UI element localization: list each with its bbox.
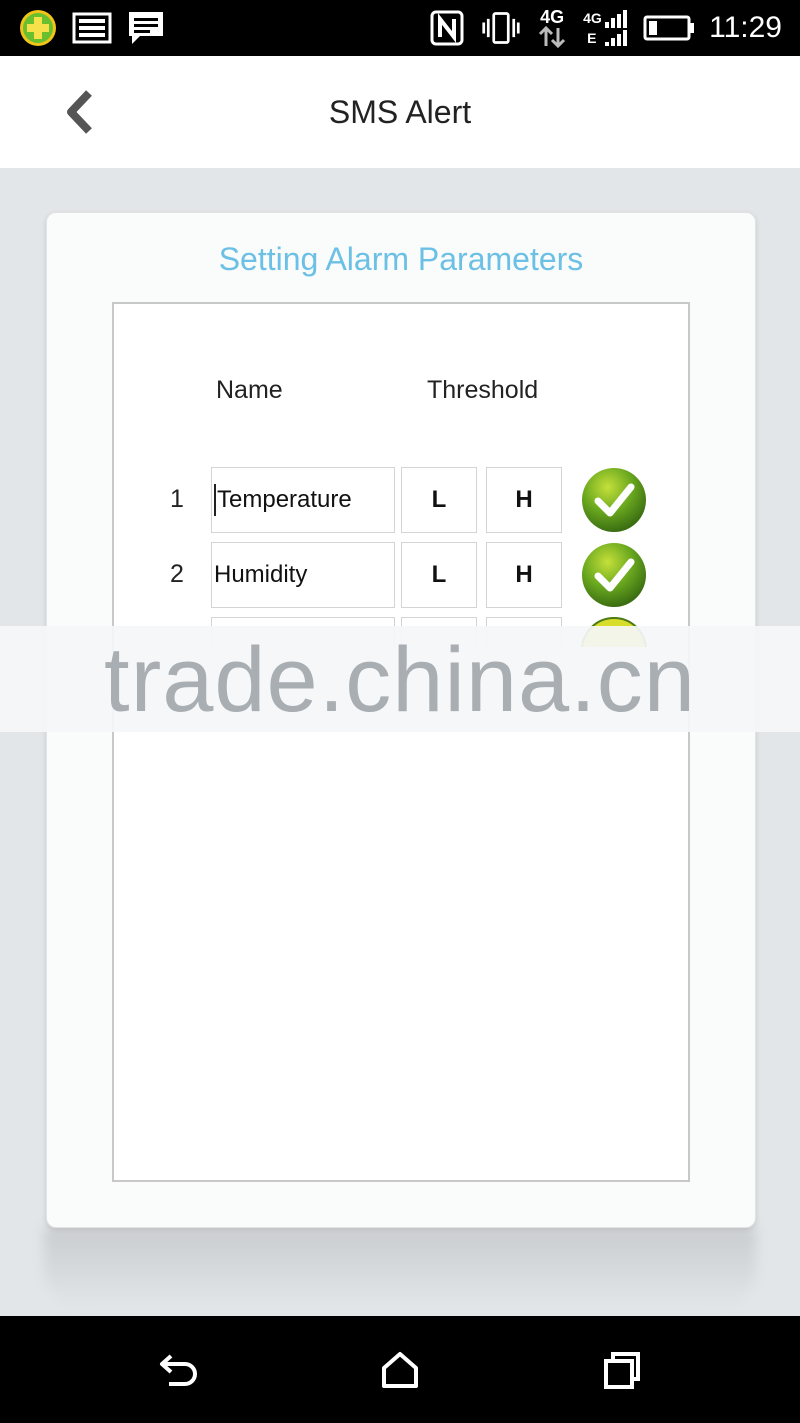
enable-checkmark-button[interactable] [581,542,647,608]
parameters-table: Name Threshold 1 Temperature L H 2 Humid… [112,302,690,1182]
low-threshold-input[interactable]: L [401,467,477,533]
low-threshold-input[interactable]: L [401,542,477,608]
notification-icons [18,8,166,48]
nav-recents-button[interactable] [598,1346,646,1394]
name-input[interactable]: Temperature [211,467,395,533]
back-arrow-icon [160,1354,197,1386]
card-title: Setting Alarm Parameters [218,241,584,277]
gallery-notification-icon [72,8,112,48]
enable-checkmark-button[interactable] [581,467,647,533]
system-status-icons: 4G 4G E 11:29 [427,6,782,50]
medical-cross-app-icon [18,8,58,48]
4g-signal-icon: 4G E [583,8,629,48]
content-area: Setting Alarm Parameters Name Threshold … [0,168,800,1316]
nav-home-button[interactable] [376,1346,424,1394]
card-shadow [44,1228,756,1308]
name-input[interactable]: Humidity [211,542,395,608]
name-value: Humidity [214,561,308,588]
column-header-name: Name [216,376,283,404]
row-number: 2 [170,560,184,588]
status-bar: 4G 4G E 11:29 [0,0,800,56]
table-row: 2 Humidity L H [114,542,688,608]
nfc-icon [427,8,467,48]
watermark-text: trade.china.cn [104,629,696,731]
network-type-label: 4G [540,7,565,27]
column-header-threshold: Threshold [427,376,539,404]
checkmark-icon [582,543,646,607]
high-threshold-input[interactable]: H [486,542,562,608]
recent-apps-icon [604,1352,640,1389]
high-threshold-input[interactable]: H [486,467,562,533]
home-icon [382,1352,418,1388]
page-title: SMS Alert [328,94,472,130]
name-value: Temperature [217,486,352,513]
table-row: 1 Temperature L H [114,467,688,533]
4g-data-icon: 4G [535,8,569,48]
app-bar: SMS Alert [0,56,800,168]
battery-icon [643,8,695,48]
clock: 11:29 [709,11,782,44]
message-notification-icon [126,8,166,48]
navigation-bar [0,1316,800,1423]
vibrate-icon [481,8,521,48]
checkmark-icon [582,468,646,532]
row-number: 1 [170,485,184,513]
text-cursor [214,484,216,516]
nav-back-button[interactable] [155,1346,203,1394]
